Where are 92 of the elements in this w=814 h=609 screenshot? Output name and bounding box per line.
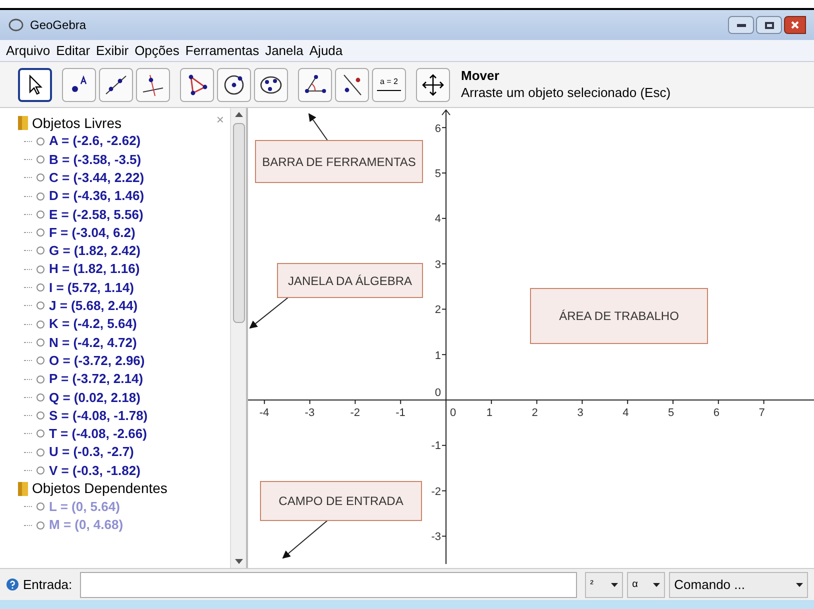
caret-icon [653,582,660,586]
x-tick-label: -1 [396,406,406,421]
algebra-object[interactable]: P = (-3.72, 2.14) [49,369,144,389]
x-tick-label: 0 [450,406,456,421]
arrow [249,296,290,329]
tool-help: Arraste um objeto selecionado (Esc) [461,84,671,101]
x-tick-label: 6 [713,406,720,421]
algebra-object[interactable]: N = (-4.2, 4.72) [49,332,137,352]
menu-item[interactable]: Exibir [96,40,129,60]
y-tick-label: -2 [430,484,441,500]
tool-button[interactable] [416,68,450,102]
algebra-object[interactable]: U = (-0.3, -2.7) [49,442,134,462]
algebra-object[interactable]: T = (-4.08, -2.66) [49,424,147,444]
close-icon [791,21,799,29]
menu-item[interactable]: Arquivo [6,40,50,60]
y-tick-label: 1 [434,348,441,364]
algebra-object[interactable]: V = (-0.3, -1.82) [49,460,140,480]
input-field[interactable] [80,572,578,598]
scrollbar[interactable] [230,108,246,568]
tool-name: Mover [461,68,500,84]
caret-icon [796,582,803,586]
algebra-object[interactable]: E = (-2.58, 5.56) [49,204,144,224]
y-tick-label: 5 [434,167,441,182]
algebra-object[interactable]: J = (5.68, 2.44) [49,296,138,316]
algebra-object[interactable]: I = (5.72, 1.14) [49,278,134,298]
tool-button[interactable] [99,68,133,102]
scrollbar-thumb[interactable] [232,123,244,323]
algebra-object[interactable]: A = (-2.6, -2.62) [49,131,141,151]
arrow [282,520,328,559]
annotation-box: CAMPO DE ENTRADA [260,481,422,521]
annotation-box: BARRA DE FERRAMENTAS [255,140,423,183]
tool-button[interactable] [180,68,214,102]
caret-icon [611,582,618,586]
tool-button[interactable] [136,68,170,102]
y-tick-label: 0 [434,386,441,401]
maximize-button[interactable] [756,16,782,34]
algebra-object[interactable]: G = (1.82, 2.42) [49,241,140,261]
slider-tool-label: a = 2 [375,78,403,91]
x-tick-label: 7 [758,406,765,421]
window-title: GeoGebra [30,17,86,34]
y-tick-label: 2 [434,303,441,318]
menu-item[interactable]: Janela [265,40,304,60]
superscript-dropdown[interactable]: ² [585,572,624,598]
tool-button[interactable] [335,68,369,102]
y-tick-label: 3 [434,258,441,273]
app-icon [8,17,24,33]
tool-button[interactable] [217,68,251,102]
scroll-down-icon[interactable] [234,559,242,564]
command-dropdown[interactable]: Comando ... [669,572,808,598]
algebra-object[interactable]: C = (-3.44, 2.22) [49,168,144,188]
x-tick-label: -4 [259,406,270,421]
group-header[interactable]: Objetos Livres [32,112,122,134]
algebra-object[interactable]: O = (-3.72, 2.96) [49,350,145,370]
x-tick-label: 4 [622,406,629,421]
x-tick-label: -3 [304,406,315,421]
tool-button[interactable] [18,68,52,102]
x-tick-label: 2 [532,406,538,421]
menu-item[interactable]: Opções [134,40,180,60]
annotation-box: ÁREA DE TRABALHO [530,288,708,344]
folder-icon [18,116,28,130]
x-tick-label: -2 [350,406,360,421]
tool-button[interactable] [298,68,332,102]
annotation-box: JANELA DA ÁLGEBRA [277,263,423,298]
tool-button[interactable]: a = 2 [372,68,406,102]
close-button[interactable] [784,16,806,34]
menu-item[interactable]: Editar [56,40,90,60]
y-tick-label: 6 [434,122,441,137]
move-arrows-icon [420,72,446,98]
help-icon[interactable] [6,578,19,591]
algebra-object[interactable]: D = (-4.36, 1.46) [49,186,144,206]
greek-dropdown[interactable]: α [627,572,666,598]
menu-item[interactable]: Ferramentas [185,40,260,60]
x-tick-label: 3 [577,406,584,421]
minimize-button[interactable] [728,16,754,34]
y-tick-label: 4 [434,212,441,228]
tool-button[interactable] [254,68,288,102]
folder-icon [18,482,28,496]
menu-item[interactable]: Ajuda [309,40,343,60]
group-header[interactable]: Objetos Dependentes [32,478,168,500]
input-label: Entrada: [23,576,72,594]
x-tick-label: 1 [486,406,493,421]
tool-button[interactable] [62,68,96,102]
algebra-object[interactable]: B = (-3.58, -3.5) [49,150,142,170]
algebra-object[interactable]: H = (1.82, 1.16) [49,259,140,279]
algebra-object[interactable]: F = (-3.04, 6.2) [49,222,136,242]
algebra-object[interactable]: S = (-4.08, -1.78) [49,406,148,426]
x-tick-label: 5 [668,406,674,421]
y-tick-label: -3 [430,530,441,546]
y-tick-label: -1 [430,439,441,454]
scroll-up-icon[interactable] [234,112,242,117]
algebra-object[interactable]: K = (-4.2, 5.64) [49,314,137,334]
algebra-object[interactable]: Q = (0.02, 2.18) [49,388,140,408]
